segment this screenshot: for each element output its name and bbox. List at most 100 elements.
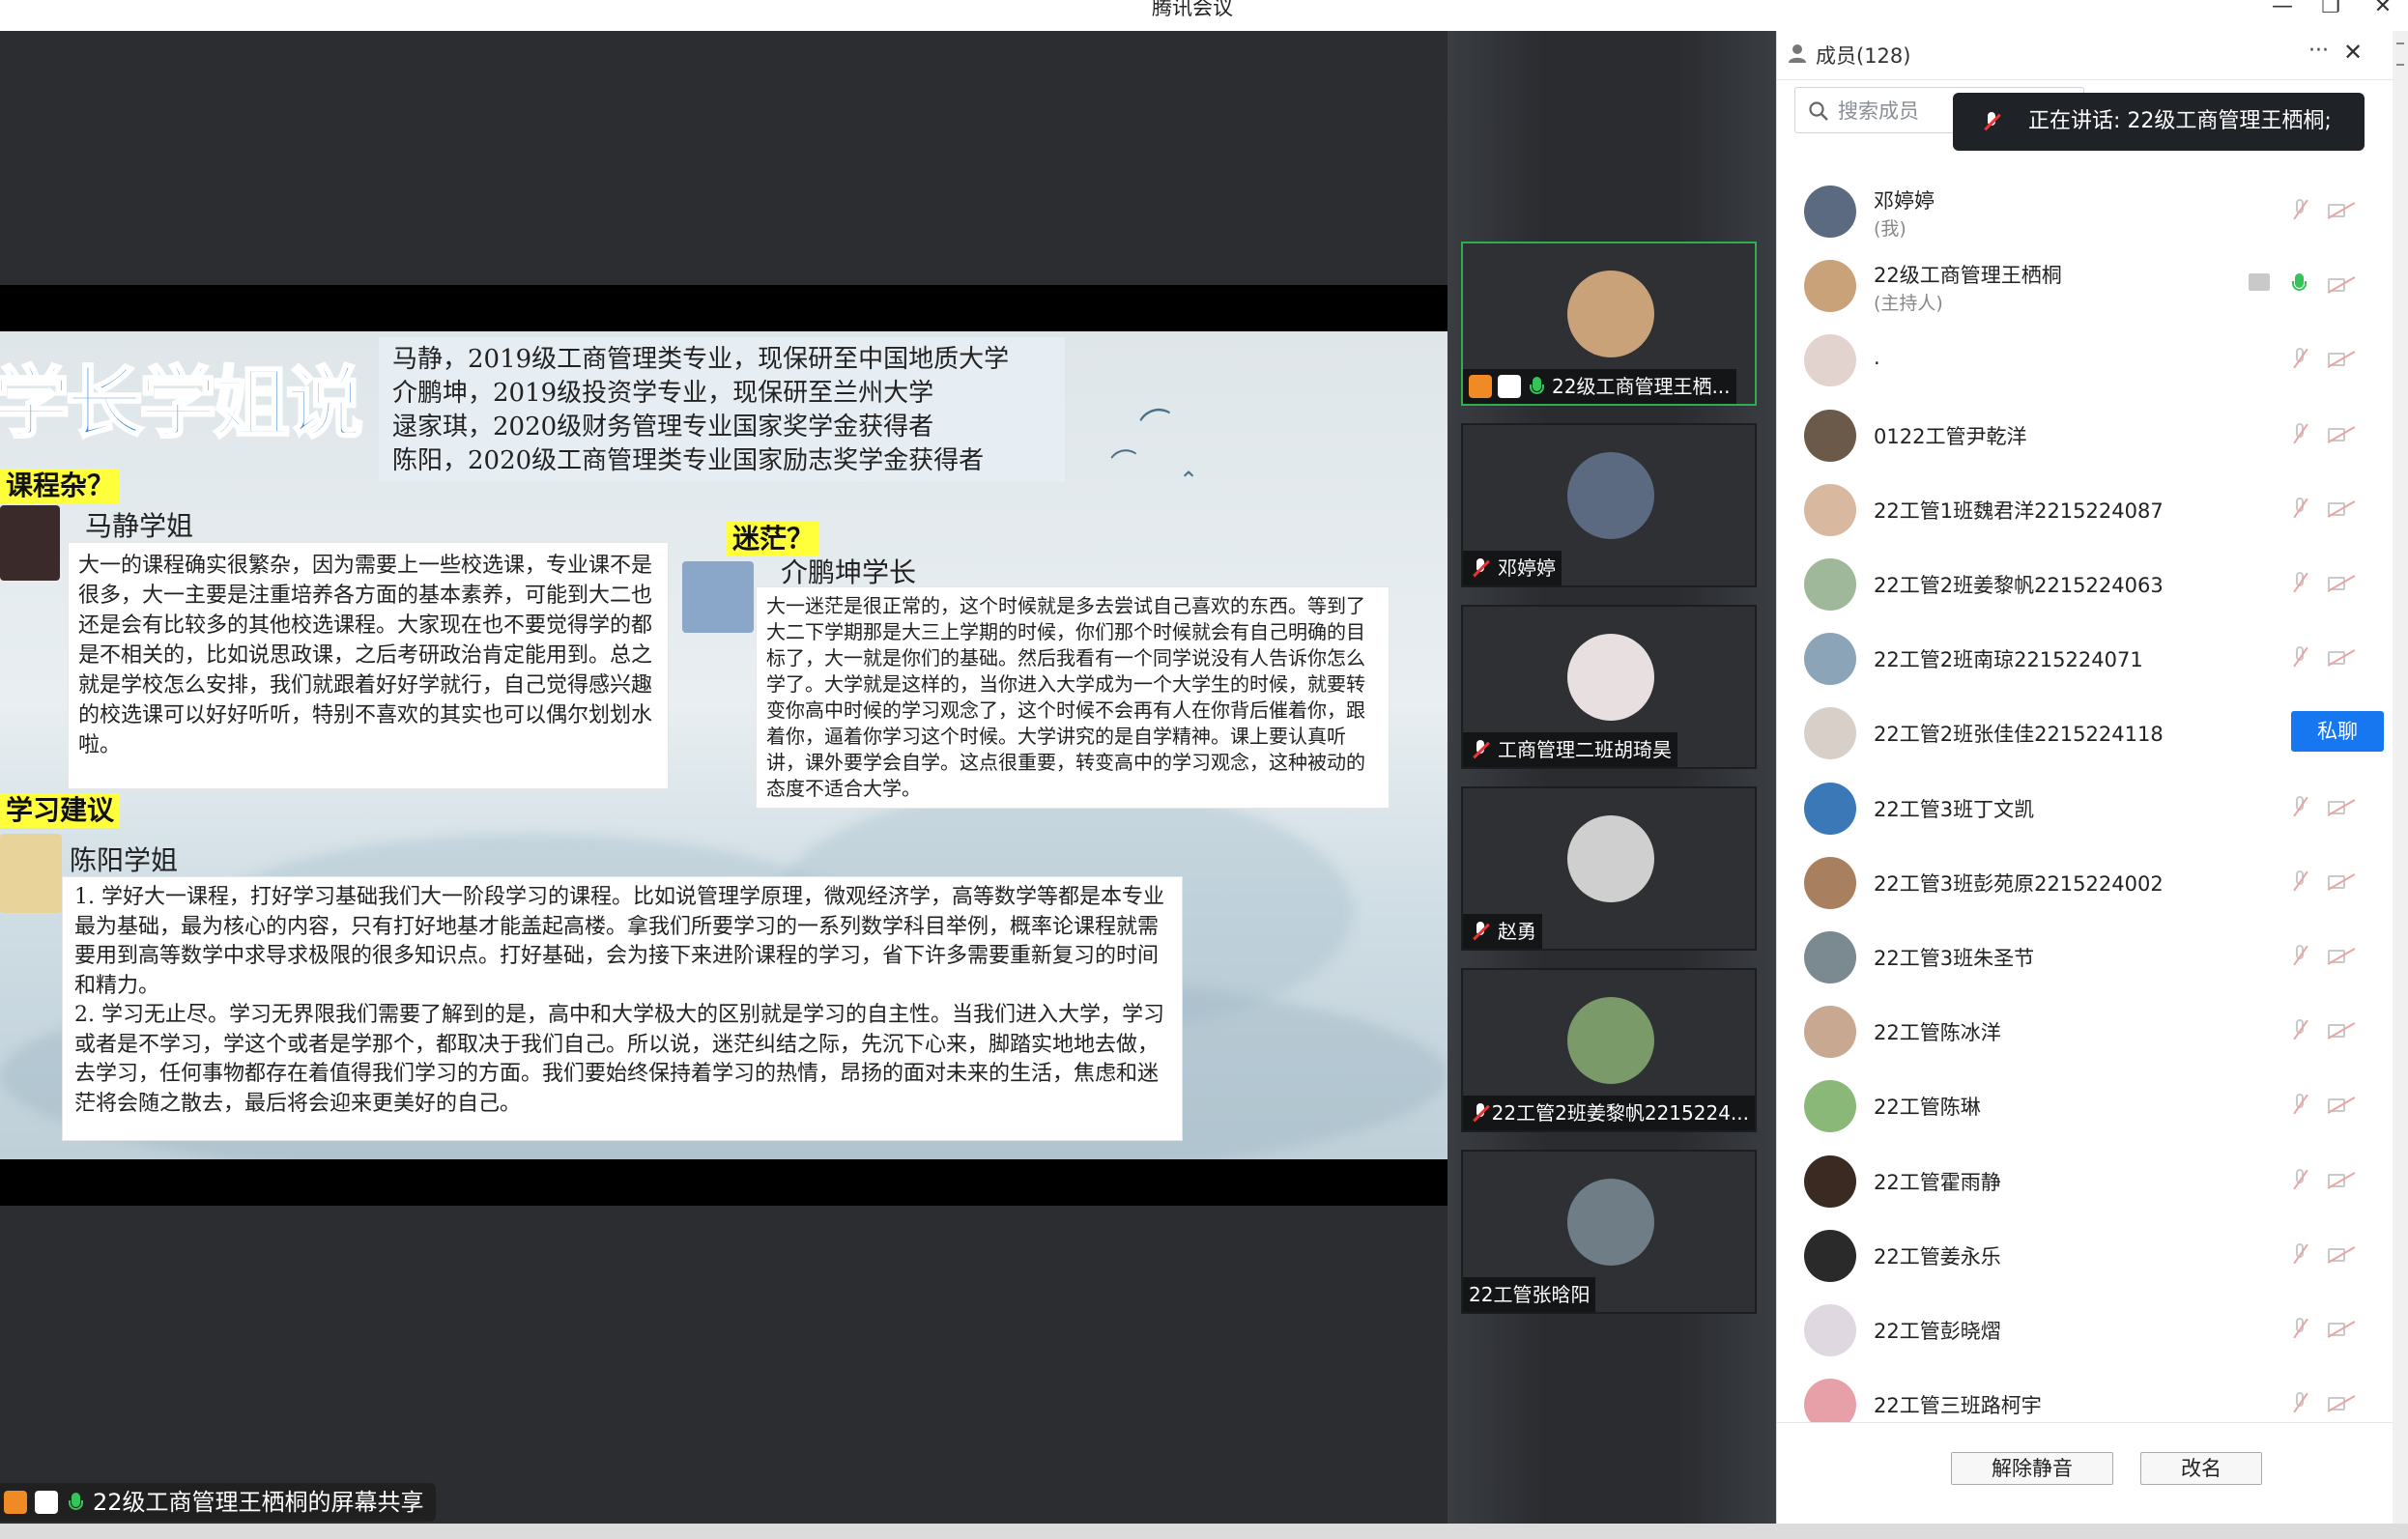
tag-course: 课程杂？ xyxy=(0,469,121,503)
member-row[interactable]: 22工管2班姜黎帆2215224063 xyxy=(1777,547,2408,621)
mic-muted-icon xyxy=(1469,556,1492,580)
close-panel-button[interactable]: ✕ xyxy=(2343,39,2363,66)
bottom-bar xyxy=(0,1524,2408,1539)
camera-off-icon[interactable] xyxy=(2328,574,2355,593)
quote-box: 大一的课程确实很繁杂，因为需要上一些校选课，专业课不是很多，大一主要是注重培养各… xyxy=(68,542,669,789)
members-icon xyxy=(1787,43,1808,64)
mic-muted-icon[interactable] xyxy=(2289,421,2310,448)
avatar xyxy=(1804,1304,1856,1356)
member-name: 22工管2班姜黎帆2215224063 xyxy=(1874,574,2164,597)
mic-muted-icon[interactable] xyxy=(2289,1390,2310,1417)
member-name: 22工管三班路柯宇 xyxy=(1874,1394,2042,1418)
member-row[interactable]: 0122工管尹乾洋 xyxy=(1777,398,2408,472)
member-row[interactable]: 22工管2班南琼2215224071 xyxy=(1777,621,2408,696)
maximize-button[interactable]: ❐ xyxy=(2311,0,2350,19)
member-row[interactable]: 22工管2班张佳佳2215224118 私聊 xyxy=(1777,696,2408,770)
quote-text: 1. 学好大一课程，打好学习基础我们大一阶段学习的课程。比如说管理学原理，微观经… xyxy=(74,885,1164,998)
member-row[interactable]: 22工管1班魏君洋2215224087 xyxy=(1777,472,2408,547)
member-row[interactable]: 22工管3班丁文凯 xyxy=(1777,771,2408,845)
member-name: 22工管陈冰洋 xyxy=(1874,1021,2001,1045)
camera-off-icon[interactable] xyxy=(2328,872,2355,892)
screen-share-icon xyxy=(2249,273,2270,292)
more-options-button[interactable]: ··· xyxy=(2308,39,2329,63)
member-name: 22工管陈琳 xyxy=(1874,1096,1981,1120)
camera-off-icon[interactable] xyxy=(2328,648,2355,668)
video-tile[interactable]: 邓婷婷 xyxy=(1461,423,1757,587)
camera-off-icon[interactable] xyxy=(2328,1171,2355,1190)
camera-off-icon[interactable] xyxy=(2328,1320,2355,1339)
camera-off-icon[interactable] xyxy=(2328,499,2355,519)
rename-button[interactable]: 改名 xyxy=(2140,1452,2262,1485)
camera-off-icon[interactable] xyxy=(2328,275,2355,295)
mic-muted-icon[interactable] xyxy=(2289,1167,2310,1194)
video-tile[interactable]: 工商管理二班胡琦昊 xyxy=(1461,605,1757,769)
close-window-button[interactable]: ✕ xyxy=(2364,0,2402,19)
video-tile[interactable]: 22级工商管理王栖... xyxy=(1461,242,1757,406)
avatar xyxy=(1567,452,1654,539)
member-name: 22工管姜永乐 xyxy=(1874,1244,2001,1268)
avatar xyxy=(1804,558,1856,611)
mic-muted-icon[interactable] xyxy=(2289,1241,2310,1268)
video-tile[interactable]: 22工管张晗阳 xyxy=(1461,1150,1757,1314)
camera-off-icon[interactable] xyxy=(2328,201,2355,220)
member-row[interactable]: 22工管3班朱圣节 xyxy=(1777,920,2408,994)
mic-on-icon[interactable] xyxy=(2289,271,2308,295)
quote-box: 大一迷茫是很正常的，这个时候就是多去尝试自己喜欢的东西。等到了大二下学期那是大三… xyxy=(756,586,1390,809)
avatar xyxy=(682,561,754,633)
unmute-button[interactable]: 解除静音 xyxy=(1951,1452,2113,1485)
member-row[interactable]: 22工管陈冰洋 xyxy=(1777,994,2408,1069)
mic-on-icon xyxy=(1527,375,1546,398)
member-name: 22工管彭晓熠 xyxy=(1874,1320,2001,1343)
camera-off-icon[interactable] xyxy=(2328,425,2355,444)
avatar xyxy=(0,834,62,913)
mic-muted-icon[interactable] xyxy=(2289,197,2310,224)
camera-off-icon[interactable] xyxy=(2328,1245,2355,1265)
member-name: 22工管3班彭苑原2215224002 xyxy=(1874,871,2164,896)
share-caption-text: 22级工商管理王栖桐的屏幕共享 xyxy=(93,1489,424,1516)
member-name: 邓婷婷 xyxy=(1874,189,1935,213)
avatar xyxy=(1567,634,1654,721)
mic-muted-icon[interactable] xyxy=(2289,1316,2310,1343)
mic-muted-icon[interactable] xyxy=(2289,1092,2310,1119)
mic-muted-icon[interactable] xyxy=(2289,496,2310,523)
avatar xyxy=(1804,185,1856,238)
member-name: 22级工商管理王栖桐 xyxy=(1874,264,2062,288)
mic-on-icon xyxy=(66,1491,85,1514)
camera-off-icon[interactable] xyxy=(2328,1096,2355,1115)
mic-muted-icon[interactable] xyxy=(2289,346,2310,373)
member-row[interactable]: . xyxy=(1777,323,2408,397)
slide-title: 学长学姐说 xyxy=(0,357,365,450)
camera-off-icon[interactable] xyxy=(2328,1021,2355,1040)
letterbox-top xyxy=(0,285,1448,331)
avatar xyxy=(1567,815,1654,902)
mic-muted-icon[interactable] xyxy=(2289,794,2310,821)
member-row[interactable]: 邓婷婷 (我) xyxy=(1777,174,2408,248)
mic-muted-icon xyxy=(1980,110,2003,133)
video-tile[interactable]: 22工管2班姜黎帆2215224... xyxy=(1461,968,1757,1132)
bird-icon: ⌒ xyxy=(1108,444,1141,482)
mic-muted-icon[interactable] xyxy=(2289,869,2310,896)
private-chat-button[interactable]: 私聊 xyxy=(2291,711,2384,753)
member-row[interactable]: 22级工商管理王栖桐 (主持人) xyxy=(1777,248,2408,323)
camera-off-icon[interactable] xyxy=(2328,350,2355,369)
panel-scrollbar[interactable] xyxy=(2393,31,2408,1524)
camera-off-icon[interactable] xyxy=(2328,1394,2355,1413)
video-tile[interactable]: 赵勇 xyxy=(1461,786,1757,951)
tile-caption: 22工管2班姜黎帆2215224... xyxy=(1463,1096,1755,1130)
member-row[interactable]: 22工管彭晓熠 xyxy=(1777,1293,2408,1367)
member-row[interactable]: 22工管姜永乐 xyxy=(1777,1218,2408,1293)
mic-muted-icon[interactable] xyxy=(2289,644,2310,671)
member-name: 0122工管尹乾洋 xyxy=(1874,424,2027,448)
search-icon xyxy=(1808,100,1829,122)
mic-muted-icon[interactable] xyxy=(2289,943,2310,970)
camera-off-icon[interactable] xyxy=(2328,947,2355,966)
member-name: 22工管3班朱圣节 xyxy=(1874,947,2035,970)
mic-muted-icon[interactable] xyxy=(2289,1017,2310,1044)
minimize-button[interactable]: — xyxy=(2263,0,2302,19)
camera-off-icon[interactable] xyxy=(2328,798,2355,817)
member-row[interactable]: 22工管陈琳 xyxy=(1777,1069,2408,1143)
member-row[interactable]: 22工管3班彭苑原2215224002 xyxy=(1777,845,2408,920)
participant-name: 22工管2班姜黎帆2215224... xyxy=(1491,1101,1749,1125)
member-row[interactable]: 22工管霍雨静 xyxy=(1777,1144,2408,1218)
mic-muted-icon[interactable] xyxy=(2289,570,2310,597)
